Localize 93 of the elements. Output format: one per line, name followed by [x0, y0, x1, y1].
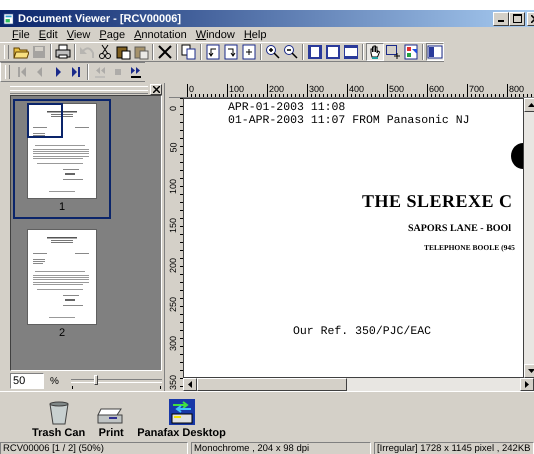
toolbar-button[interactable] [96, 43, 114, 61]
toolbar-button[interactable] [282, 43, 300, 61]
status-pane: RCV00006 [1 / 2] (50%) [0, 442, 188, 454]
menu-item[interactable]: Page [99, 28, 126, 40]
slider-thumb[interactable] [94, 375, 98, 385]
document-text: THE SLEREXE C [362, 191, 513, 212]
menu-item[interactable]: View [66, 28, 90, 40]
right-arrow-icon [525, 381, 529, 388]
document-text: 01-APR-2003 11:07 FROM Panasonic NJ [228, 114, 470, 127]
status-pane: Monochrome , 204 x 98 dpi [191, 442, 371, 454]
shortcut-label: Print [98, 427, 124, 439]
fast-forward-icon [128, 64, 144, 80]
ruler-label: 300 [170, 336, 178, 351]
document-text: SAPORS LANE - BOOl [408, 223, 512, 234]
document-text: APR-01-2003 11:08 [228, 101, 346, 114]
left-arrow-icon [188, 381, 192, 388]
panel-grip[interactable] [10, 86, 148, 94]
menu-item[interactable]: Help [244, 28, 266, 40]
toolbar-button[interactable] [426, 43, 444, 61]
toolbar-button[interactable] [384, 43, 402, 61]
zoom-out-icon [283, 44, 299, 60]
vertical-scrollbar[interactable] [524, 98, 534, 378]
page-number: 1 [58, 201, 66, 213]
selection-icon [385, 44, 401, 60]
ruler-label: 100 [227, 84, 267, 97]
thumbnail[interactable]: 2 [13, 225, 111, 345]
ruler-label: 700 [467, 84, 507, 97]
down-arrow-icon [528, 369, 534, 373]
ruler-label: 350 [170, 374, 178, 390]
ruler-label: 200 [267, 84, 307, 97]
menu-item[interactable]: Window [196, 28, 235, 40]
toolbar-button[interactable] [156, 43, 174, 61]
toolbar-button[interactable] [324, 43, 342, 61]
toolbar-button[interactable] [366, 43, 384, 61]
close-icon [157, 44, 173, 60]
clipboard-icon [133, 44, 149, 60]
toolbar-button[interactable] [54, 43, 72, 61]
ruler-label: 200 [170, 258, 178, 273]
window-title: Document Viewer - [RCV00006] [18, 12, 182, 24]
status-pane: [Irregular] 1728 x 1145 pixel , 242KB [374, 442, 534, 454]
panel-icon [427, 44, 443, 60]
ruler-label: 300 [307, 84, 347, 97]
shortcut-label: Trash Can [32, 427, 86, 439]
maximize-icon [512, 14, 522, 23]
ruler-label: 600 [427, 84, 467, 97]
document-text: Our Ref. 350/PJC/EAC [293, 325, 432, 338]
zoom-field[interactable]: 50 [10, 373, 44, 389]
ruler-label: 400 [347, 84, 387, 97]
page-view-icon [307, 44, 323, 60]
toolbar-button[interactable] [342, 43, 360, 61]
percent-label: % [50, 376, 59, 386]
ruler-label: 800 [507, 84, 534, 97]
ruler-label: 100 [170, 179, 178, 194]
shortcut-label: Panafax Desktop [137, 427, 226, 439]
page-view-icon [325, 44, 341, 60]
toolbar-button[interactable] [264, 43, 282, 61]
page-view-icon [343, 44, 359, 60]
toolbar-button[interactable] [180, 43, 198, 61]
toolbar-button[interactable] [306, 43, 324, 61]
ruler-label: 250 [170, 296, 178, 312]
ruler-label: 150 [170, 218, 178, 234]
trash-can-icon [48, 401, 70, 425]
horizontal-scrollbar[interactable] [183, 378, 534, 391]
minimize-icon [498, 20, 504, 22]
desktop-shortcut[interactable]: Trash Can [32, 401, 86, 439]
menu-item[interactable]: File [12, 28, 30, 40]
undo-icon [79, 44, 95, 60]
desktop-shortcut[interactable]: Print [97, 405, 126, 439]
menu-item[interactable]: Annotation [134, 28, 187, 40]
ruler-label: 500 [387, 84, 427, 97]
menu-item[interactable]: Edit [38, 28, 58, 40]
panel-close-button[interactable] [150, 84, 162, 95]
ruler-label: 0 [187, 84, 227, 97]
up-arrow-icon [528, 103, 534, 107]
fax-machine-icon [168, 399, 195, 425]
scissors-icon [97, 44, 113, 60]
toolbar-button[interactable] [240, 43, 258, 61]
app-icon [3, 12, 15, 24]
zoom-slider[interactable] [70, 373, 162, 389]
close-icon [152, 86, 160, 93]
desktop-shortcut[interactable]: Panafax Desktop [137, 399, 226, 439]
minimize-button[interactable] [493, 12, 509, 26]
toolbar-button[interactable] [402, 43, 420, 61]
ruler-label: 50 [170, 142, 178, 153]
scroll-thumb[interactable] [197, 378, 347, 391]
zoom-in-icon [265, 44, 281, 60]
toolbar-button[interactable] [204, 43, 222, 61]
thumbnail[interactable]: 1 [13, 99, 111, 219]
maximize-button[interactable] [509, 12, 525, 26]
toolbar-button[interactable] [222, 43, 240, 61]
ruler-label: 0 [170, 106, 178, 111]
rewind-icon [92, 64, 108, 80]
page-number: 2 [58, 327, 66, 339]
